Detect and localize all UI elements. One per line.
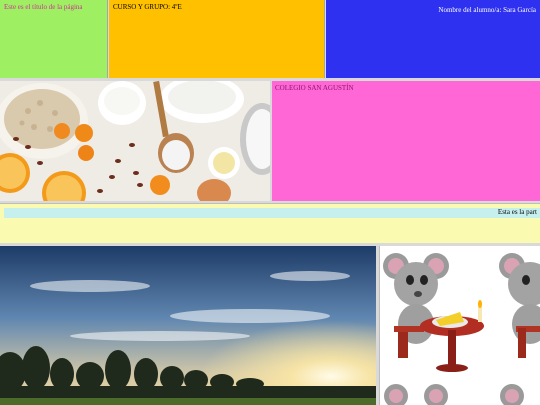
sunset-landscape-illustration: [0, 246, 376, 405]
mouse-eating-cheese-illustration: [383, 253, 540, 405]
student-cell: Nombre del alumno/a: Sara García: [326, 0, 540, 78]
school-name-text: COLEGIO SAN AGUSTÍN: [275, 84, 354, 92]
ingredients-illustration: [0, 81, 270, 201]
student-name-text: Nombre del alumno/a: Sara García: [438, 6, 536, 14]
school-cell: COLEGIO SAN AGUSTÍN: [272, 81, 540, 201]
landscape-photo: [0, 246, 376, 405]
page-title-cell: Este es el título de la página: [0, 0, 108, 78]
marquee-text: Esta es la part: [497, 208, 537, 216]
marquee-cell: Esta es la part: [0, 203, 540, 243]
marquee-bar: Esta es la part: [4, 208, 540, 218]
page-title-text: Este es el título de la página: [4, 3, 83, 11]
course-group-text: CURSO Y GRUPO: 4ºE: [113, 3, 182, 11]
mice-animation: [379, 246, 540, 405]
course-cell: CURSO Y GRUPO: 4ºE: [109, 0, 325, 78]
ingredients-photo: [0, 81, 270, 201]
